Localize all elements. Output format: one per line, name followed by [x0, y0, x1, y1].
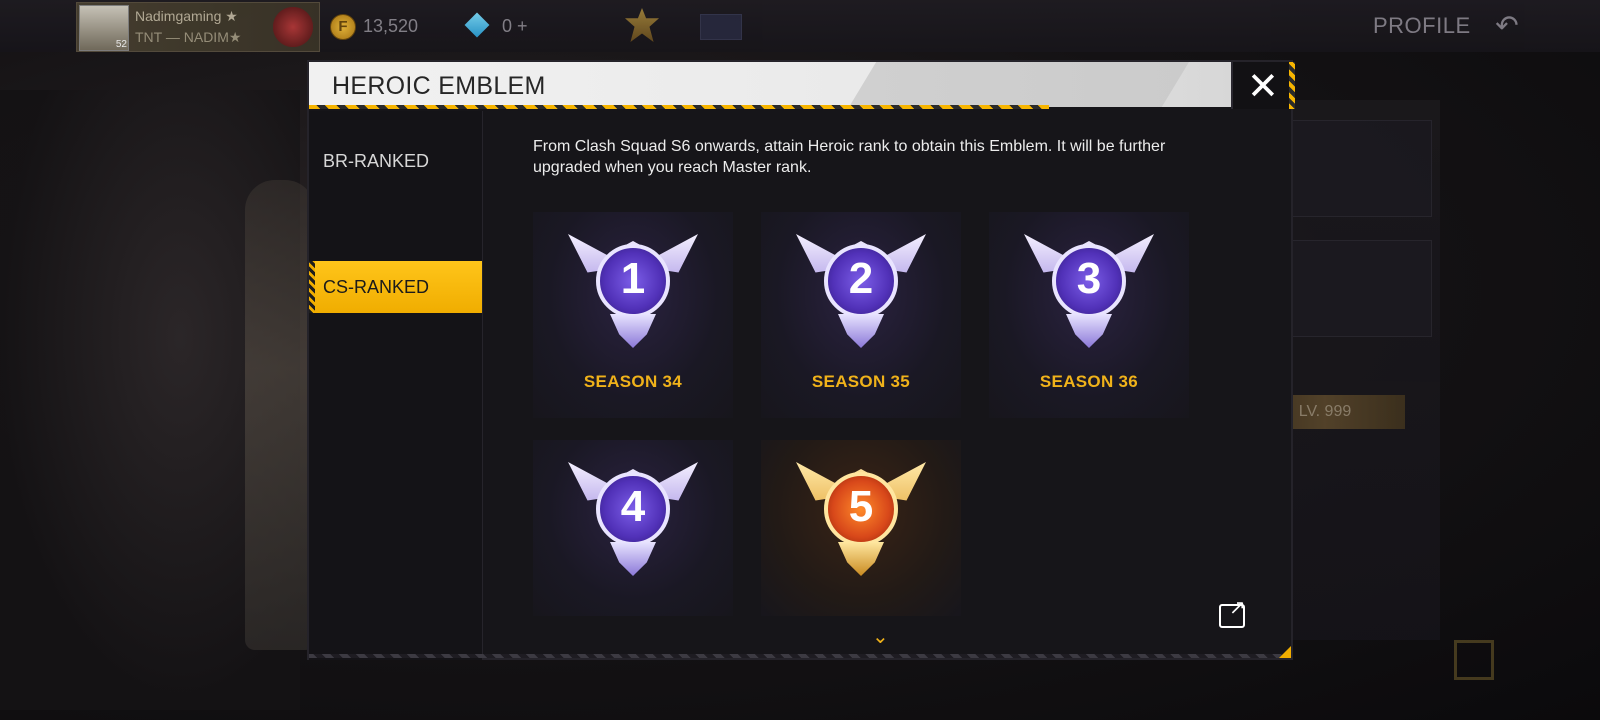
coin-count: 13,520 [363, 16, 419, 36]
heroic-emblem-icon: 2 [796, 226, 926, 350]
emblem-card[interactable]: 1 SEASON 34 [533, 212, 733, 418]
background-slot [1280, 120, 1432, 217]
emblem-card[interactable]: 4 [533, 440, 733, 616]
emblem-card[interactable]: 2 SEASON 35 [761, 212, 961, 418]
diamond-icon [464, 12, 490, 38]
heroic-emblem-icon: 4 [568, 454, 698, 578]
header-decoration [849, 62, 1189, 107]
tab-list: BR-RANKED CS-RANKED [309, 111, 483, 660]
guild-badge-icon [273, 7, 313, 47]
player-guild: TNT — NADIM★ [135, 29, 242, 45]
season-label: SEASON 34 [583, 372, 683, 391]
emblem-number: 2 [848, 254, 874, 303]
edit-icon[interactable] [1454, 640, 1494, 680]
tab-br-ranked[interactable]: BR-RANKED [309, 135, 482, 187]
emblem-number: 5 [848, 482, 874, 531]
heroic-emblem-icon: 1 [568, 226, 698, 350]
background-right-panel [1270, 100, 1440, 640]
corner-accent [1279, 646, 1291, 658]
dialog-header: HEROIC EMBLEM [309, 62, 1231, 107]
emblem-card[interactable]: 5 [761, 440, 961, 616]
top-bar: 52 Nadimgaming ★ TNT — NADIM★ F 13,520 0… [0, 0, 1600, 52]
background-character [245, 180, 315, 650]
header-stripe [309, 105, 1049, 109]
player-card[interactable]: 52 Nadimgaming ★ TNT — NADIM★ [76, 2, 320, 52]
emblem-card[interactable]: 3 SEASON 36 [989, 212, 1189, 418]
rank-icon[interactable] [625, 8, 659, 42]
tab-cs-ranked[interactable]: CS-RANKED [309, 261, 482, 313]
page-title: PROFILE [1373, 13, 1471, 38]
share-icon[interactable]: ↗ [1219, 598, 1249, 628]
heroic-emblem-icon: 3 [1024, 226, 1154, 350]
season-label: SEASON 35 [811, 372, 911, 391]
heroic-emblem-icon: 5 [796, 454, 926, 578]
close-button[interactable]: ✕ [1231, 62, 1295, 109]
player-level: 52 [115, 39, 127, 50]
dialog-bottom-stripe [309, 654, 1291, 658]
diamond-count[interactable]: 0 + [502, 16, 528, 37]
player-name: Nadimgaming ★ [135, 8, 238, 24]
chevron-down-icon[interactable]: ⌄ [872, 624, 889, 649]
emblem-number: 4 [620, 482, 646, 531]
heroic-emblem-dialog: HEROIC EMBLEM ✕ BR-RANKED CS-RANKED From… [307, 60, 1295, 660]
season-label: SEASON 36 [1039, 372, 1139, 391]
close-icon: ✕ [1247, 66, 1279, 108]
close-hatch [1289, 62, 1295, 109]
back-icon[interactable]: ↶ [1490, 10, 1524, 42]
flag-icon[interactable] [700, 14, 742, 40]
avatar: 52 [79, 5, 129, 51]
emblem-number: 3 [1076, 254, 1102, 303]
emblem-description: From Clash Squad S6 onwards, attain Hero… [533, 138, 1166, 176]
coin-icon: F [330, 14, 356, 40]
emblem-number: 1 [620, 254, 646, 303]
background-slot [1280, 240, 1432, 337]
dialog-title: HEROIC EMBLEM [332, 72, 546, 100]
